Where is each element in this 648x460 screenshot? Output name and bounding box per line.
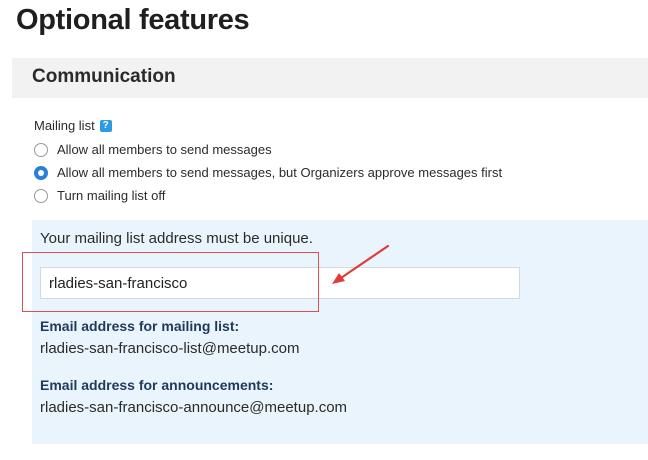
radio-label[interactable]: Allow all members to send messages, but … [57, 165, 502, 180]
announcements-email-value: rladies-san-francisco-announce@meetup.co… [40, 399, 348, 416]
section-title: Communication [32, 66, 176, 87]
mailing-list-label: Mailing list [34, 118, 95, 133]
page-title: Optional features [16, 4, 250, 36]
radio-label[interactable]: Allow all members to send messages [57, 142, 272, 157]
mailing-list-address-input[interactable] [40, 267, 520, 299]
mailing-list-label-row: Mailing list ? [34, 118, 112, 133]
radio-option-organizers-approve[interactable]: Allow all members to send messages, but … [34, 161, 502, 184]
mailing-address-panel: Your mailing list address must be unique… [32, 220, 648, 444]
radio-label[interactable]: Turn mailing list off [57, 188, 165, 203]
address-instruction: Your mailing list address must be unique… [40, 230, 313, 247]
radio-button-selected[interactable] [34, 165, 48, 180]
radio-option-allow-all[interactable]: Allow all members to send messages [34, 138, 502, 161]
mailing-list-email-heading: Email address for mailing list: [40, 318, 240, 334]
announcements-email-heading: Email address for announcements: [40, 377, 274, 393]
optional-features-page: Optional features Communication Mailing … [0, 0, 648, 460]
communication-section-header: Communication [12, 58, 648, 98]
radio-option-turn-off[interactable]: Turn mailing list off [34, 184, 502, 207]
radio-button[interactable] [34, 188, 48, 203]
mailing-list-radio-group: Allow all members to send messages Allow… [34, 138, 502, 207]
radio-button[interactable] [34, 142, 48, 157]
help-icon[interactable]: ? [99, 119, 112, 132]
mailing-list-email-value: rladies-san-francisco-list@meetup.com [40, 340, 300, 357]
